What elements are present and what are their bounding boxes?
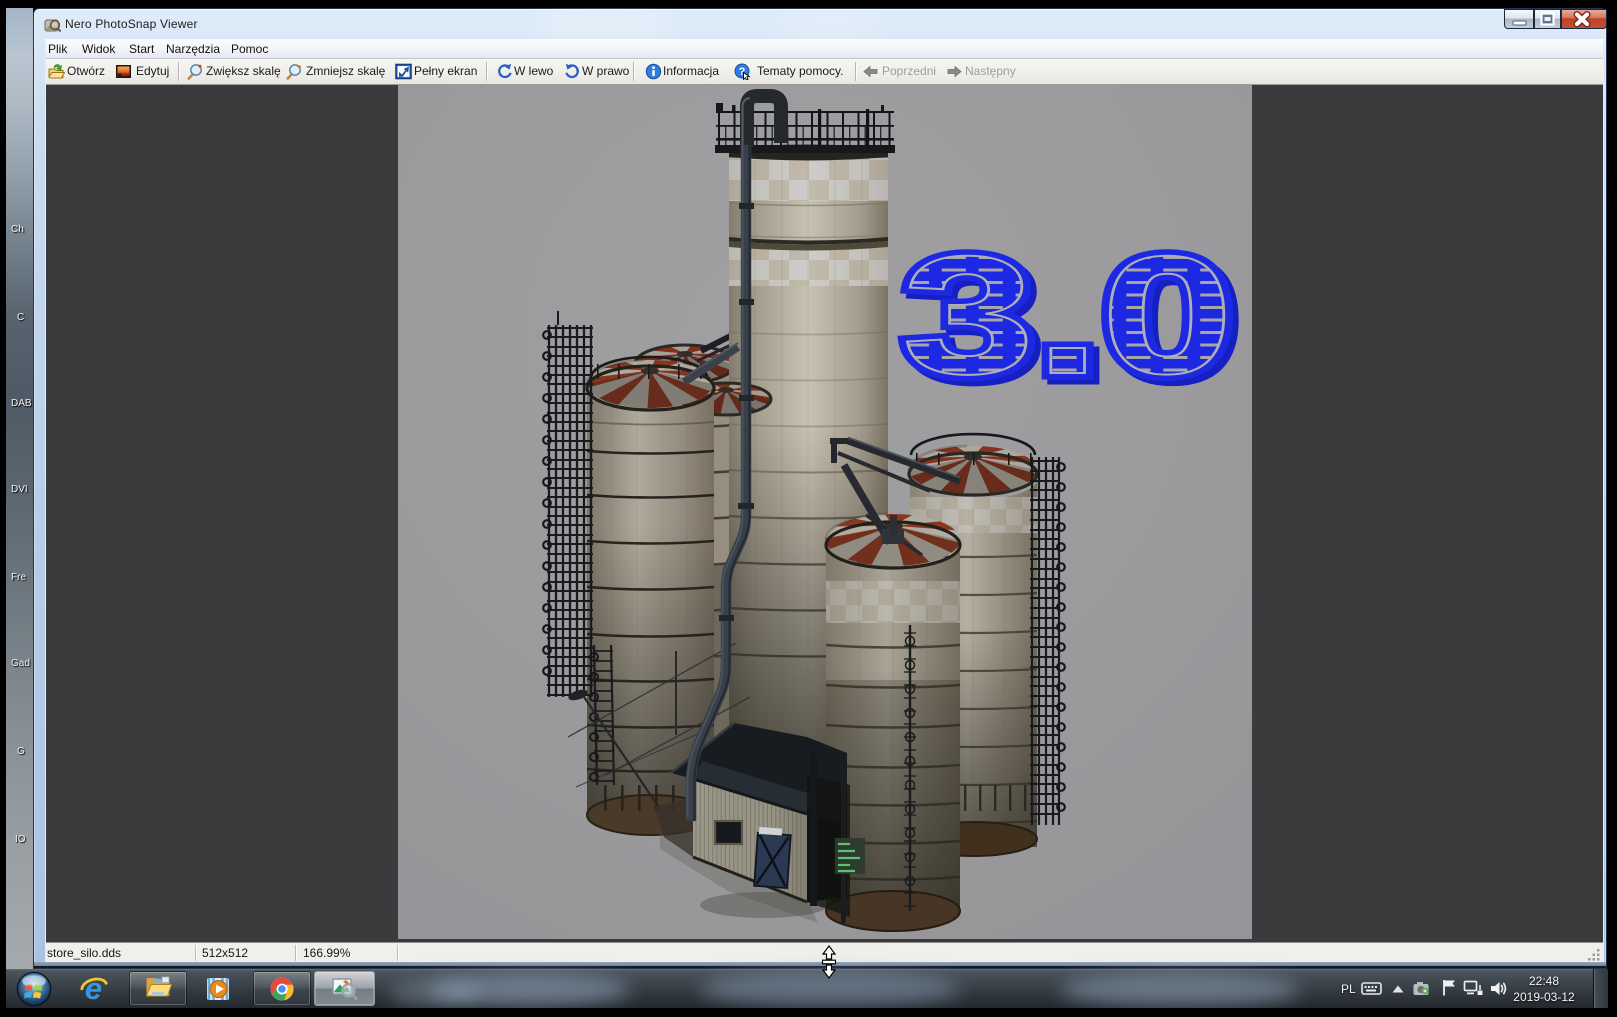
svg-text:3.0: 3.0 xyxy=(902,221,1234,409)
